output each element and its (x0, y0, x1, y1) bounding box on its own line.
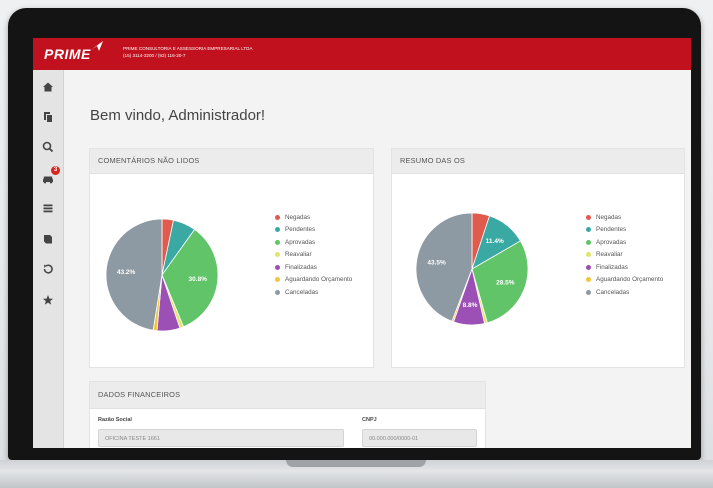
legend-label: Canceladas (285, 288, 319, 296)
book-icon (44, 235, 52, 244)
comments-panel: COMENTÁRIOS NÃO LIDOS 30.8% 43.2% Negadas… (89, 148, 374, 368)
welcome-heading: Bem vindo, Administrador! (90, 107, 266, 124)
financial-panel: DADOS FINANCEIROS Razão Social OFICINA T… (89, 381, 486, 448)
os-summary-panel: RESUMO DAS OS 11.4% 28.5% 8.8% 43.5% Negada… (391, 148, 685, 368)
legend-label: Finalizadas (285, 263, 317, 271)
legend-swatch (275, 289, 280, 295)
comments-legend-item-finalizadas[interactable]: Finalizadas (275, 261, 352, 274)
legend-label: Pendentes (285, 226, 316, 234)
history-icon (43, 264, 53, 274)
cnpj-field[interactable]: 00.000.000/0000-01 (362, 429, 477, 447)
comments-legend-item-pendentes[interactable]: Pendentes (275, 224, 352, 237)
os-summary-data-label-finalizadas: 8.8% (463, 302, 478, 309)
sidebar-item-vehicles[interactable]: 3 (40, 166, 60, 186)
os-summary-pie-chart: 11.4% 28.5% 8.8% 43.5% (415, 212, 529, 326)
legend-label: Canceladas (596, 288, 630, 296)
sidebar-item-search[interactable] (40, 139, 56, 155)
logo-arrow-icon (91, 41, 103, 51)
prime-logo[interactable]: PRIME (44, 46, 91, 62)
legend-swatch (275, 227, 280, 233)
top-bar: PRIME PRIME CONSULTORIA E ASSESSORIA EMP… (33, 38, 691, 70)
legend-label: Reavaliar (596, 251, 623, 259)
os-summary-legend-item-pendentes[interactable]: Pendentes (586, 224, 663, 237)
os-summary-data-label-aprovadas: 28.5% (496, 279, 515, 286)
legend-label: Negadas (596, 213, 622, 221)
os-summary-panel-title: RESUMO DAS OS (392, 149, 684, 174)
os-summary-legend-item-aguardando-orcamento[interactable]: Aguardando Orçamento (586, 274, 663, 287)
comments-panel-title: COMENTÁRIOS NÃO LIDOS (90, 149, 373, 174)
star-icon (43, 295, 53, 305)
comments-legend: Negadas Pendentes Aprovadas Reavaliar Finali… (275, 211, 352, 299)
comments-legend-item-aprovadas[interactable]: Aprovadas (275, 236, 352, 249)
os-summary-legend-item-reavaliar[interactable]: Reavaliar (586, 249, 663, 262)
sidebar-item-home[interactable] (40, 79, 56, 95)
sidebar-item-favorites[interactable] (40, 292, 56, 308)
legend-swatch (586, 252, 591, 258)
legend-label: Pendentes (596, 226, 627, 234)
company-phone: (15) 3114-3200 / (92) 116-20-7 (123, 53, 186, 58)
legend-label: Aprovadas (285, 238, 316, 246)
comments-data-label-canceladas: 43.2% (117, 269, 136, 276)
financial-panel-title: DADOS FINANCEIROS (90, 382, 485, 409)
notification-badge: 3 (51, 166, 60, 175)
search-icon (42, 141, 54, 153)
legend-label: Aprovadas (596, 238, 627, 246)
documents-icon (44, 112, 53, 123)
sidebar: 3 (33, 70, 64, 448)
legend-swatch (275, 214, 280, 220)
company-name: PRIME CONSULTORIA E ASSESSORIA EMPRESARI… (123, 46, 253, 51)
os-summary-legend-item-aprovadas[interactable]: Aprovadas (586, 236, 663, 249)
comments-legend-item-aguardando-orcamento[interactable]: Aguardando Orçamento (275, 274, 352, 287)
os-summary-data-label-canceladas: 43.5% (427, 259, 446, 266)
app-screen: PRIME PRIME CONSULTORIA E ASSESSORIA EMP… (33, 38, 691, 448)
os-summary-data-label-pendentes: 11.4% (486, 238, 504, 245)
razao-social-label: Razão Social (98, 417, 132, 423)
sidebar-item-book[interactable] (40, 231, 56, 247)
comments-legend-item-canceladas[interactable]: Canceladas (275, 286, 352, 299)
sidebar-item-list[interactable] (40, 200, 56, 216)
legend-swatch (586, 214, 591, 220)
legend-label: Negadas (285, 213, 311, 221)
home-icon (43, 82, 53, 92)
legend-swatch (275, 239, 280, 245)
list-icon (43, 204, 53, 213)
legend-label: Aguardando Orçamento (285, 276, 353, 284)
legend-label: Aguardando Orçamento (596, 276, 664, 284)
sidebar-item-documents[interactable] (40, 109, 56, 125)
legend-label: Finalizadas (596, 263, 628, 271)
legend-swatch (275, 277, 280, 283)
legend-label: Reavaliar (285, 251, 312, 259)
os-summary-legend-item-canceladas[interactable]: Canceladas (586, 286, 663, 299)
legend-swatch (275, 252, 280, 258)
comments-legend-item-reavaliar[interactable]: Reavaliar (275, 249, 352, 262)
sidebar-item-history[interactable] (40, 261, 56, 277)
legend-swatch (586, 289, 591, 295)
company-info: PRIME CONSULTORIA E ASSESSORIA EMPRESARI… (123, 45, 253, 59)
comments-legend-item-negadas[interactable]: Negadas (275, 211, 352, 224)
legend-swatch (275, 264, 280, 270)
legend-swatch (586, 264, 591, 270)
laptop-notch (286, 460, 426, 467)
razao-social-field[interactable]: OFICINA TESTE 1661 (98, 429, 344, 447)
comments-data-label-aprovadas: 30.8% (189, 276, 208, 283)
cnpj-label: CNPJ (362, 417, 377, 423)
os-summary-legend-item-negadas[interactable]: Negadas (586, 211, 663, 224)
os-summary-legend-item-finalizadas[interactable]: Finalizadas (586, 261, 663, 274)
legend-swatch (586, 277, 591, 283)
legend-swatch (586, 239, 591, 245)
os-summary-legend: Negadas Pendentes Aprovadas Reavaliar Finali… (586, 211, 663, 299)
legend-swatch (586, 227, 591, 233)
comments-pie-chart: 30.8% 43.2% (105, 218, 219, 332)
